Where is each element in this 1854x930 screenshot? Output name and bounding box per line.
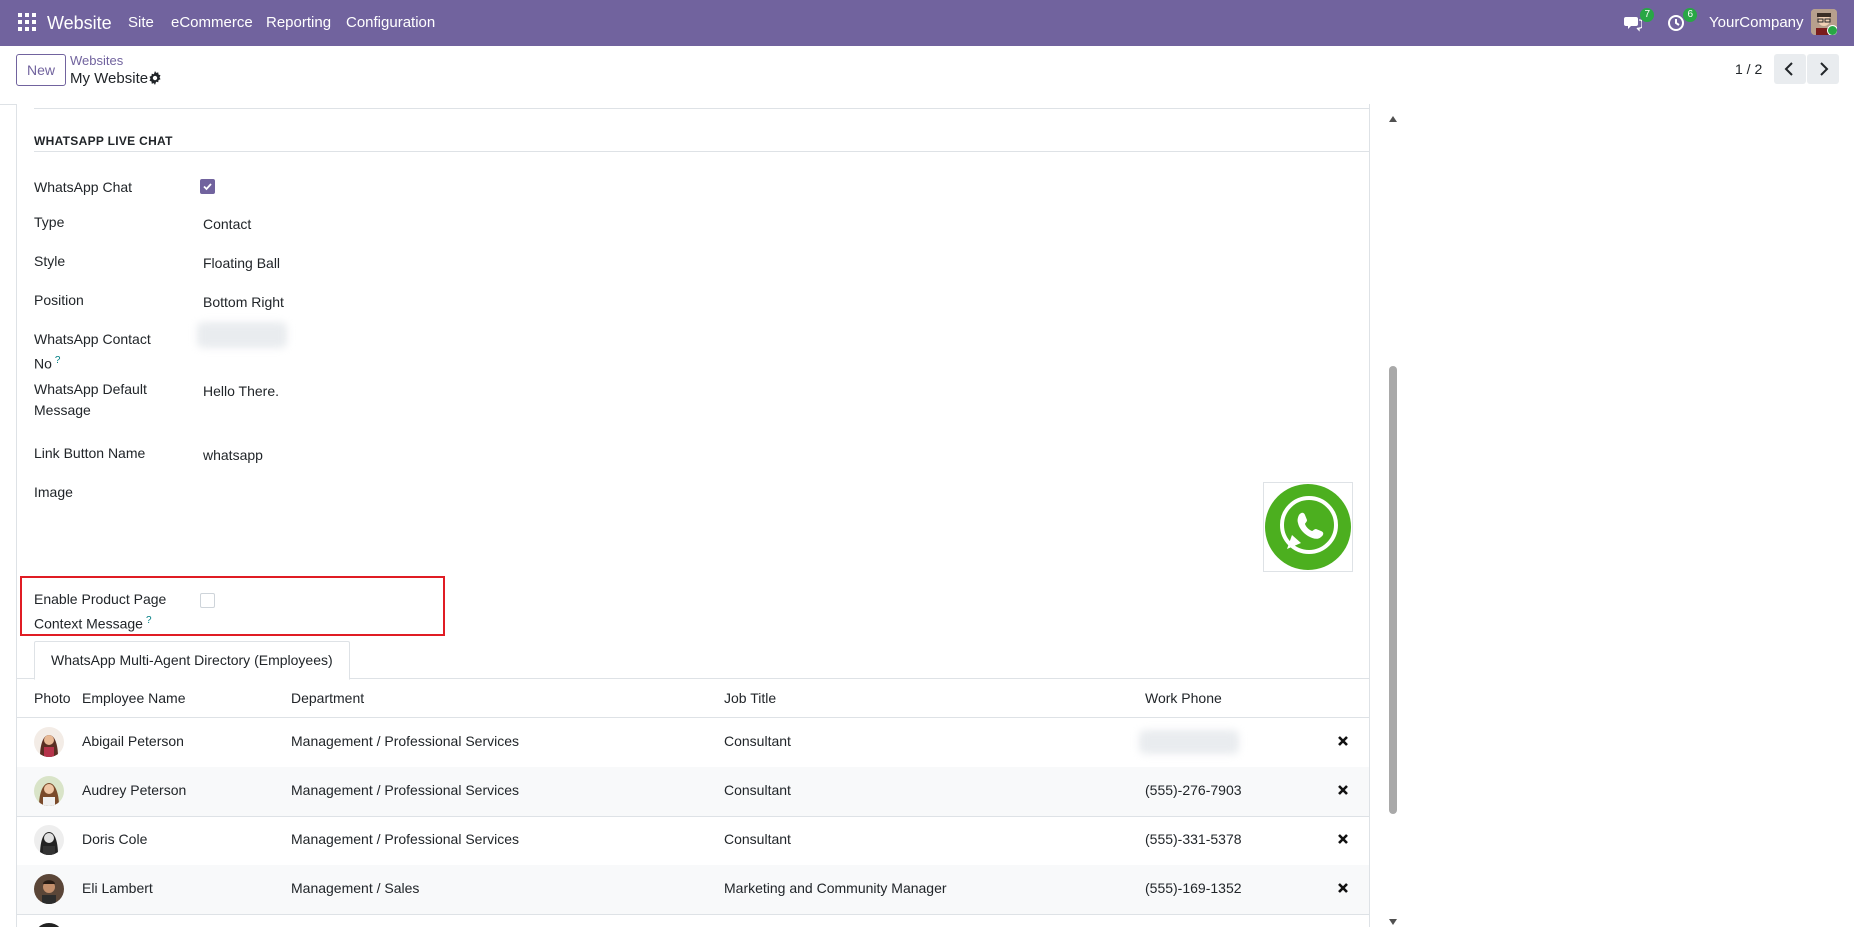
online-status-dot	[1827, 25, 1837, 35]
delete-row-icon[interactable]	[1337, 881, 1349, 895]
employee-work-phone: (555)-276-7903	[1145, 782, 1242, 798]
breadcrumb-current: My Website	[70, 70, 149, 87]
employee-name: Abigail Peterson	[82, 733, 184, 749]
employee-name: Eli Lambert	[82, 880, 153, 896]
table-row[interactable]: Audrey Peterson Management / Professiona…	[17, 767, 1369, 817]
activities-clock-icon[interactable]: 6	[1667, 8, 1697, 32]
pager-previous-button[interactable]	[1774, 54, 1806, 84]
employee-department: Management / Professional Services	[291, 733, 519, 749]
contact-no-label: WhatsApp Contact No?	[34, 329, 151, 375]
menu-reporting[interactable]: Reporting	[266, 14, 331, 31]
table-header: Photo Employee Name Department Job Title…	[17, 679, 1369, 718]
column-header-department[interactable]: Department	[291, 690, 364, 706]
employee-photo	[34, 727, 64, 757]
scrollbar-thumb[interactable]	[1389, 366, 1397, 814]
style-value[interactable]: Floating Ball	[203, 255, 280, 271]
checkmark-icon	[203, 183, 212, 191]
employee-work-phone: (555)-331-5378	[1145, 831, 1242, 847]
default-message-label-line1: WhatsApp Default	[34, 381, 147, 397]
employee-photo	[34, 874, 64, 904]
product-context-label: Enable Product Page Context Message?	[34, 589, 166, 635]
gear-icon[interactable]	[148, 71, 164, 87]
divider	[34, 108, 1369, 109]
default-message-label-line2: Message	[34, 402, 91, 418]
table-row[interactable]: Abigail Peterson Management / Profession…	[17, 718, 1369, 768]
contact-no-label-line1: WhatsApp Contact	[34, 331, 151, 347]
product-context-label-line2: Context Message	[34, 615, 143, 632]
employee-name: Audrey Peterson	[82, 782, 187, 798]
employee-job-title: Consultant	[724, 831, 791, 847]
employee-job-title: Marketing and Community Manager	[724, 880, 947, 896]
column-header-employee-name[interactable]: Employee Name	[82, 690, 186, 706]
control-panel: New Websites My Website 1 / 2	[0, 46, 1854, 105]
app-brand[interactable]: Website	[47, 13, 112, 34]
table-row[interactable]: Doris Cole Management / Professional Ser…	[17, 816, 1369, 866]
section-divider	[34, 151, 1369, 152]
employee-photo	[34, 825, 64, 855]
link-button-name-label: Link Button Name	[34, 445, 146, 461]
new-button[interactable]: New	[16, 54, 66, 86]
table-row[interactable]: Eli Lambert Management / Sales Marketing…	[17, 865, 1369, 915]
company-switcher[interactable]: YourCompany	[1709, 14, 1804, 31]
delete-row-icon[interactable]	[1337, 783, 1349, 797]
style-label: Style	[34, 253, 66, 269]
help-tooltip-icon[interactable]: ?	[55, 355, 61, 366]
employee-name: Doris Cole	[82, 831, 148, 847]
employee-photo	[34, 776, 64, 806]
position-value[interactable]: Bottom Right	[203, 294, 284, 310]
product-context-checkbox[interactable]	[200, 593, 215, 608]
column-header-photo[interactable]: Photo	[34, 690, 71, 706]
employee-department: Management / Sales	[291, 880, 420, 896]
employee-photo	[34, 923, 64, 927]
employee-work-phone: (555)-169-1352	[1145, 880, 1242, 896]
section-title: WHATSAPP LIVE CHAT	[34, 134, 173, 148]
activities-badge: 6	[1683, 8, 1697, 22]
chevron-right-icon	[1820, 62, 1829, 76]
menu-configuration[interactable]: Configuration	[346, 14, 435, 31]
menu-ecommerce[interactable]: eCommerce	[171, 14, 253, 31]
product-context-label-line1: Enable Product Page	[34, 591, 167, 607]
user-avatar[interactable]	[1811, 9, 1837, 35]
menu-site[interactable]: Site	[128, 14, 154, 31]
default-message-value[interactable]: Hello There.	[203, 383, 279, 399]
type-value[interactable]: Contact	[203, 216, 251, 232]
employee-job-title: Consultant	[724, 733, 791, 749]
contact-no-label-line2: No	[34, 355, 52, 372]
right-background	[1369, 104, 1854, 927]
table-row[interactable]	[17, 914, 1369, 927]
pager-next-button[interactable]	[1807, 54, 1839, 84]
column-header-job-title[interactable]: Job Title	[724, 690, 776, 706]
pager-value[interactable]: 1 / 2	[1735, 61, 1762, 77]
column-header-work-phone[interactable]: Work Phone	[1145, 690, 1222, 706]
employee-job-title: Consultant	[724, 782, 791, 798]
whatsapp-chat-checkbox[interactable]	[200, 179, 215, 194]
type-label: Type	[34, 214, 65, 230]
employee-department: Management / Professional Services	[291, 782, 519, 798]
form-sheet: WHATSAPP LIVE CHAT WhatsApp Chat Type Co…	[16, 104, 1370, 927]
employee-phone-blurred	[1139, 730, 1239, 754]
messages-badge: 7	[1640, 8, 1654, 22]
messages-icon[interactable]: 7	[1624, 8, 1654, 32]
help-tooltip-icon[interactable]: ?	[146, 615, 152, 626]
image-field[interactable]	[1263, 482, 1353, 572]
scroll-up-arrow-icon[interactable]	[1388, 110, 1398, 122]
whatsapp-chat-label: WhatsApp Chat	[34, 179, 133, 195]
position-label: Position	[34, 292, 84, 308]
link-button-name-value[interactable]: whatsapp	[203, 447, 263, 463]
breadcrumb-websites[interactable]: Websites	[70, 53, 123, 68]
scroll-down-arrow-icon[interactable]	[1388, 913, 1398, 925]
app-menu-grid-icon[interactable]	[18, 13, 36, 31]
employee-department: Management / Professional Services	[291, 831, 519, 847]
contact-no-value-blurred[interactable]	[197, 322, 287, 348]
whatsapp-logo-icon	[1265, 484, 1351, 570]
tab-multi-agent-directory[interactable]: WhatsApp Multi-Agent Directory (Employee…	[34, 641, 350, 680]
image-label: Image	[34, 484, 73, 500]
top-navbar: Website Site eCommerce Reporting Configu…	[0, 0, 1854, 46]
chevron-left-icon	[1784, 62, 1793, 76]
delete-row-icon[interactable]	[1337, 734, 1349, 748]
default-message-label: WhatsApp Default Message	[34, 379, 147, 421]
delete-row-icon[interactable]	[1337, 832, 1349, 846]
